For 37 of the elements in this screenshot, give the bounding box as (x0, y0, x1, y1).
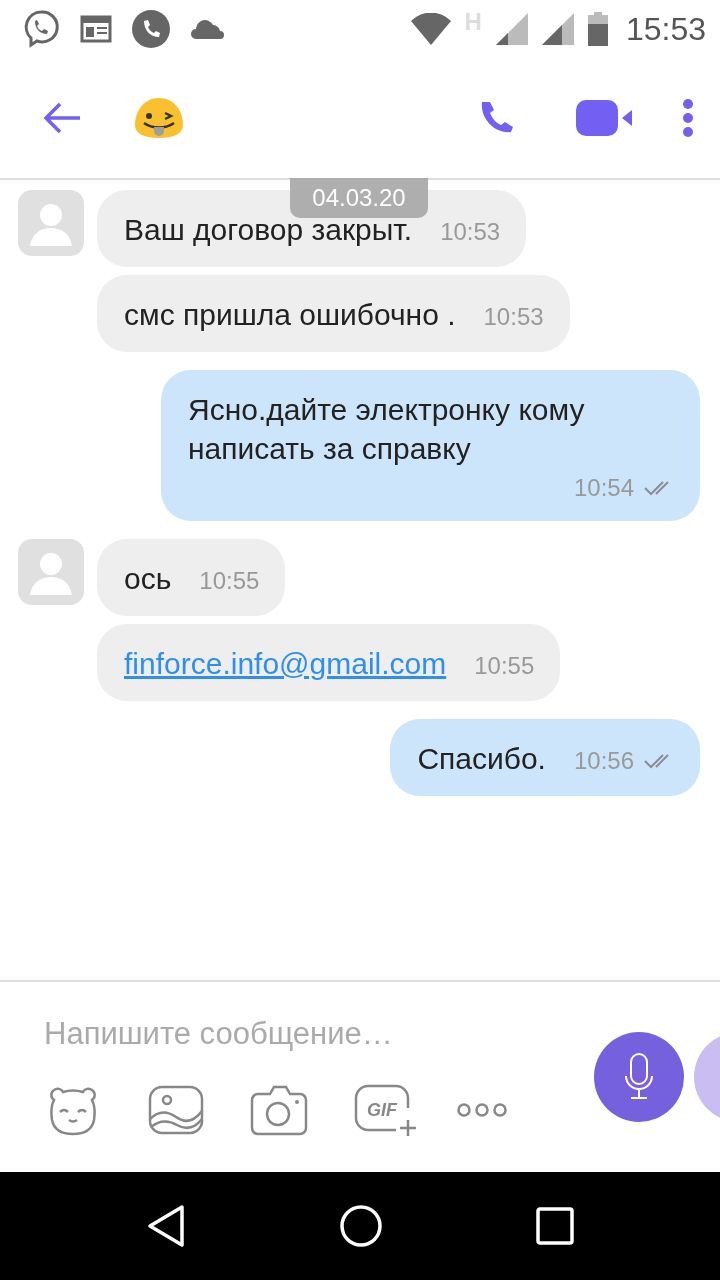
camera-button[interactable] (250, 1084, 308, 1136)
phone-circle-icon (132, 10, 170, 48)
newspaper-icon (80, 14, 112, 44)
more-options-button[interactable] (682, 99, 694, 137)
recents-nav-button[interactable] (535, 1207, 574, 1245)
clock: 15:53 (625, 10, 706, 48)
home-nav-button[interactable] (339, 1204, 383, 1248)
more-button[interactable] (456, 1102, 508, 1118)
video-call-button[interactable] (576, 98, 634, 138)
back-nav-button[interactable] (146, 1204, 187, 1248)
date-chip: 04.03.20 (290, 178, 428, 218)
signal-icon (541, 13, 574, 45)
message-text: Спасибо. (417, 741, 546, 778)
gif-button[interactable]: GIF (354, 1084, 420, 1136)
message-time: 10:55 (474, 651, 535, 682)
message-time: 10:55 (199, 566, 260, 597)
microphone-icon (624, 1052, 654, 1102)
message-bubble[interactable]: Ясно.дайте электронку кому написать за справку 10:54 (161, 370, 700, 522)
cloud-icon (190, 18, 226, 40)
battery-icon (587, 12, 608, 46)
message-bubble[interactable]: смс пришла ошибочно . 10:53 (97, 275, 570, 352)
message-bubble[interactable]: Спасибо. 10:56 (390, 719, 700, 797)
message-bubble[interactable]: ось 10:55 (97, 539, 286, 617)
message-text: ось (124, 561, 172, 598)
message-text: Ясно.дайте электронку кому написать за справку (188, 392, 586, 467)
gallery-button[interactable] (148, 1085, 204, 1135)
message-time: 10:56 (573, 746, 634, 777)
chat-bubble-phone-icon (22, 9, 60, 49)
message-text: смс пришла ошибочно . (124, 297, 456, 333)
wifi-icon (410, 13, 451, 45)
message-time: 10:53 (483, 302, 544, 332)
back-button[interactable] (42, 102, 82, 134)
message-time: 10:53 (440, 217, 501, 247)
winking-tongue-emoji-icon[interactable] (134, 97, 184, 139)
signal-icon (495, 13, 528, 45)
message-input[interactable]: Напишите сообщение… (44, 1004, 564, 1064)
message-time: 10:54 (573, 473, 634, 503)
